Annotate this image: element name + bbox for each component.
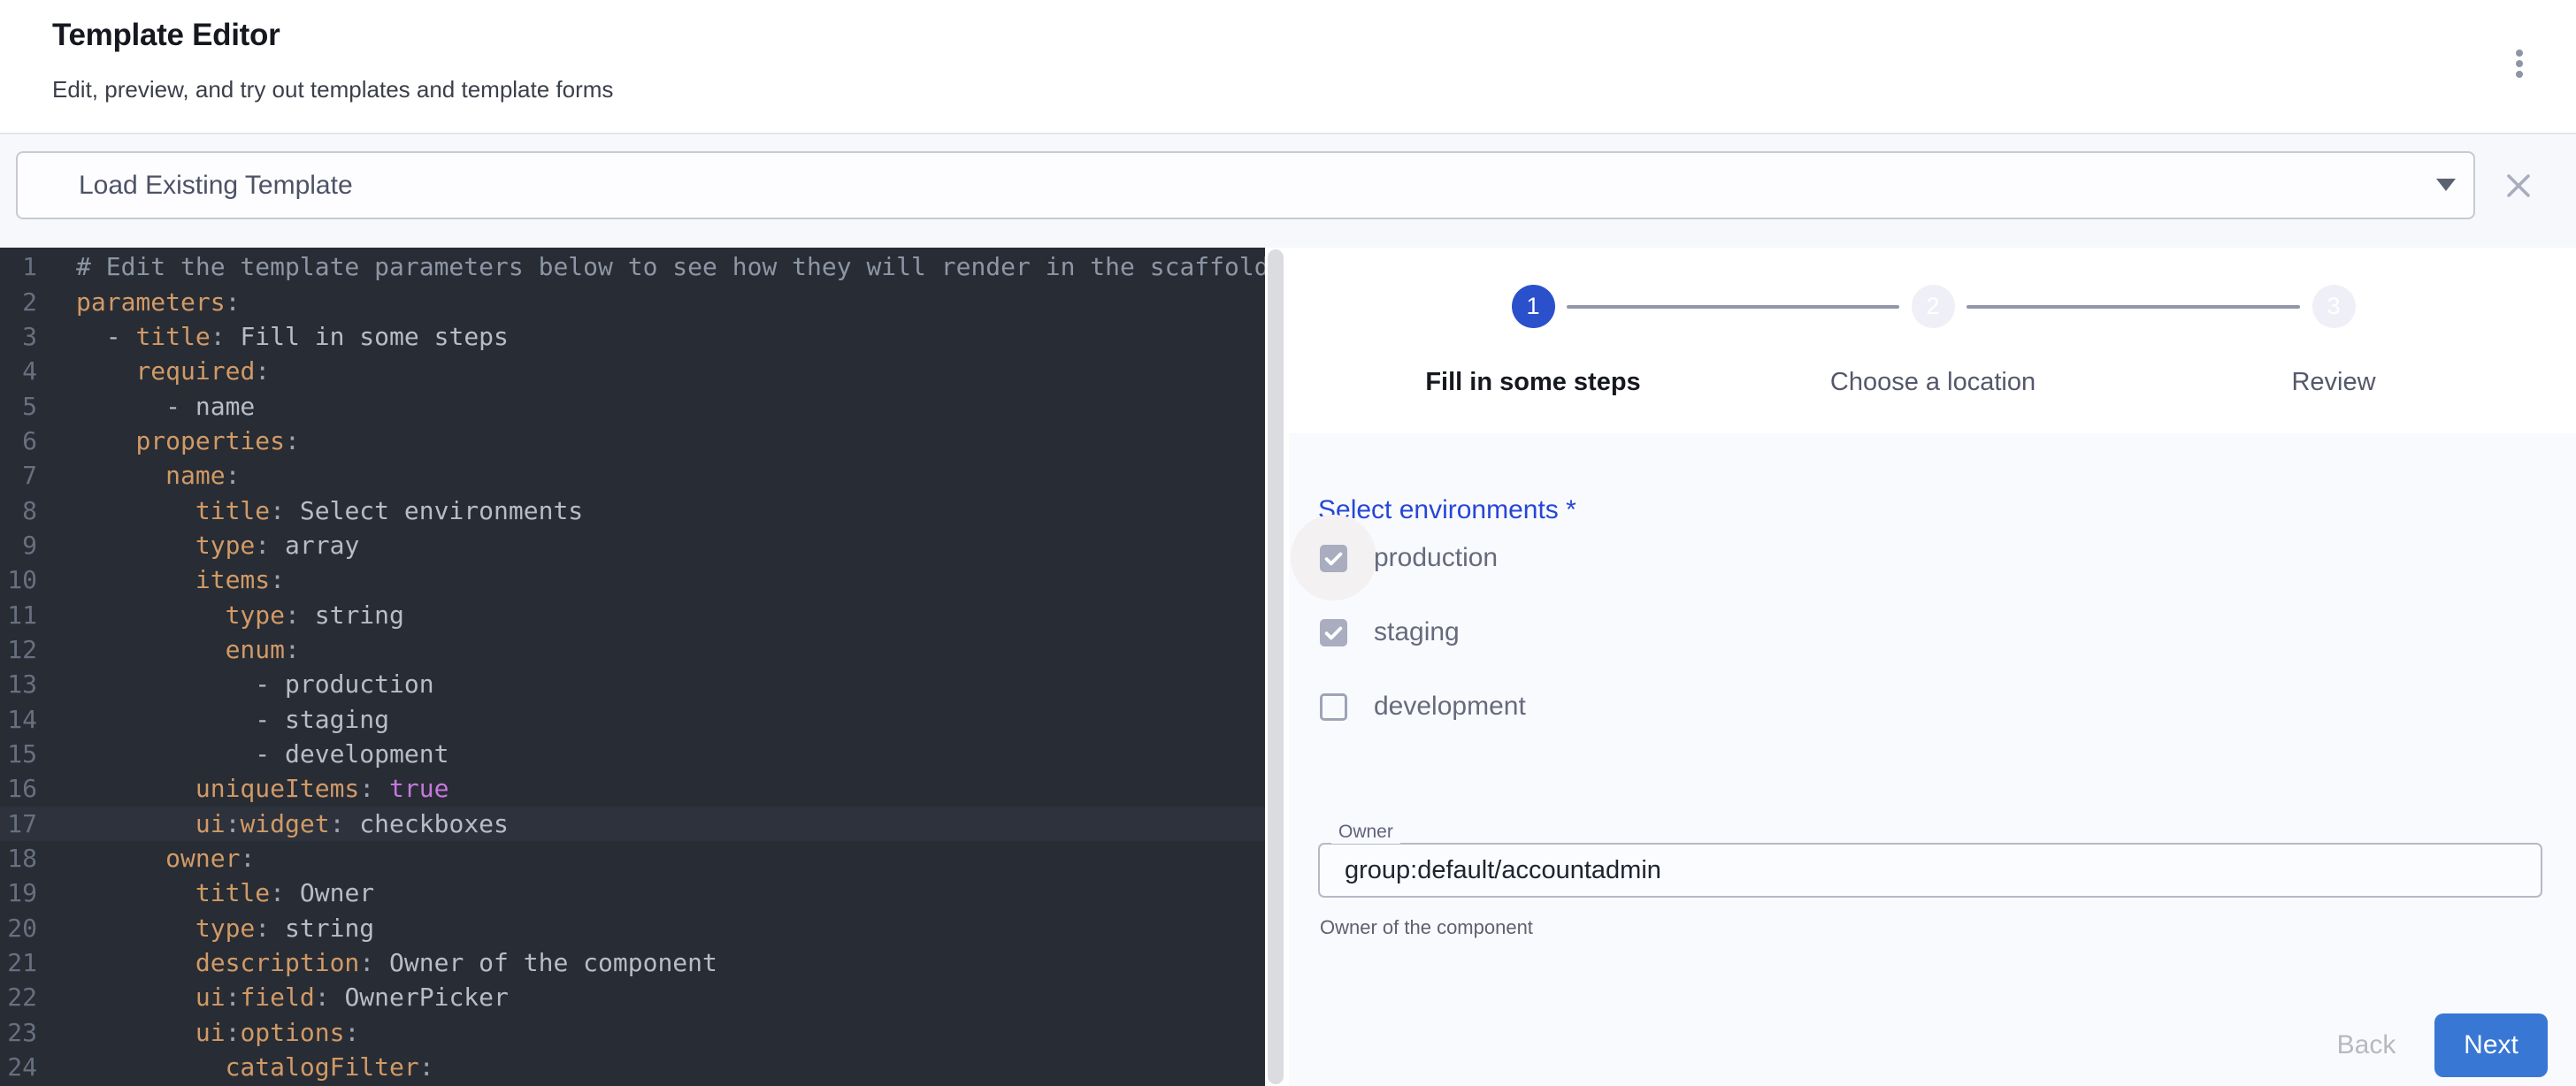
line-number: 20: [0, 914, 37, 943]
line-number: 7: [0, 461, 37, 490]
line-content: - staging: [76, 705, 389, 734]
line-content: owner:: [76, 844, 255, 873]
code-line-11[interactable]: 11 type: string: [0, 597, 1265, 631]
code-line-19[interactable]: 19 title: Owner: [0, 876, 1265, 910]
code-line-9[interactable]: 9 type: array: [0, 528, 1265, 562]
line-number: 21: [0, 948, 37, 977]
line-number: 17: [0, 809, 37, 838]
line-number: 8: [0, 496, 37, 525]
env-option-development: development: [1320, 692, 1526, 721]
code-line-15[interactable]: 15 - development: [0, 737, 1265, 771]
required-asterisk: *: [1559, 495, 1576, 524]
code-line-24[interactable]: 24 catalogFilter:: [0, 1050, 1265, 1084]
line-number: 16: [0, 774, 37, 803]
line-content: name:: [76, 461, 240, 490]
line-number: 14: [0, 705, 37, 734]
code-line-22[interactable]: 22 ui:field: OwnerPicker: [0, 980, 1265, 1014]
step-label-2: Choose a location: [1738, 368, 2128, 397]
line-number: 19: [0, 878, 37, 907]
checkbox-label[interactable]: development: [1374, 692, 1526, 722]
step-circle-2: 2: [1912, 285, 1955, 328]
line-number: 22: [0, 983, 37, 1012]
stepper: 1 Fill in some steps 2 Choose a location 3 Re…: [0, 0, 2576, 433]
form-panel: [1289, 433, 2576, 1086]
line-content: title: Select environments: [76, 496, 583, 525]
owner-field-label: Owner: [1331, 821, 1400, 844]
code-line-18[interactable]: 18 owner:: [0, 841, 1265, 876]
template-editor-screen: Template Editor Edit, preview, and try o…: [0, 0, 2576, 1086]
step-label-3: Review: [2139, 368, 2528, 397]
line-content: catalogFilter:: [76, 1052, 434, 1082]
checkbox-development[interactable]: [1320, 693, 1347, 721]
code-line-13[interactable]: 13 - production: [0, 667, 1265, 701]
checkbox-staging[interactable]: [1320, 619, 1347, 646]
line-content: ui:widget: checkboxes: [76, 809, 509, 838]
line-number: 10: [0, 565, 37, 594]
line-number: 15: [0, 739, 37, 769]
line-content: - development: [76, 739, 448, 769]
code-line-20[interactable]: 20 type: string: [0, 911, 1265, 945]
line-number: 18: [0, 844, 37, 873]
code-line-14[interactable]: 14 - staging: [0, 701, 1265, 736]
line-content: - production: [76, 669, 434, 699]
back-button[interactable]: Back: [2318, 1013, 2415, 1077]
owner-helper-text: Owner of the component: [1320, 916, 1533, 939]
code-line-21[interactable]: 21 description: Owner of the component: [0, 945, 1265, 980]
line-content: type: string: [76, 600, 404, 630]
code-line-23[interactable]: 23 ui:options:: [0, 1015, 1265, 1050]
code-line-7[interactable]: 7 name:: [0, 458, 1265, 493]
step-connector: [1567, 305, 1899, 309]
line-content: type: string: [76, 914, 374, 943]
step-label-1: Fill in some steps: [1338, 368, 1728, 397]
line-content: title: Owner: [76, 878, 374, 907]
code-line-16[interactable]: 16 uniqueItems: true: [0, 771, 1265, 806]
line-number: 12: [0, 635, 37, 664]
code-line-12[interactable]: 12 enum:: [0, 632, 1265, 667]
owner-input[interactable]: [1320, 845, 2576, 896]
step-connector: [1966, 305, 2300, 309]
line-number: 9: [0, 531, 37, 560]
code-line-17[interactable]: 17 ui:widget: checkboxes: [0, 807, 1265, 841]
line-number: 24: [0, 1052, 37, 1082]
step-circle-3: 3: [2312, 285, 2356, 328]
line-number: 13: [0, 669, 37, 699]
checkbox-label[interactable]: staging: [1374, 617, 1460, 647]
env-option-production: production: [1320, 544, 1498, 572]
line-content: ui:field: OwnerPicker: [76, 983, 509, 1012]
line-content: type: array: [76, 531, 359, 560]
line-content: uniqueItems: true: [76, 774, 448, 803]
owner-field[interactable]: [1318, 843, 2542, 898]
checkbox-label[interactable]: production: [1374, 543, 1498, 573]
next-button[interactable]: Next: [2434, 1013, 2548, 1077]
line-content: ui:options:: [76, 1018, 359, 1047]
line-number: 11: [0, 600, 37, 630]
line-content: enum:: [76, 635, 300, 664]
checkbox-production[interactable]: [1320, 545, 1347, 572]
line-number: 23: [0, 1018, 37, 1047]
code-line-8[interactable]: 8 title: Select environments: [0, 493, 1265, 527]
check-icon: [1322, 547, 1346, 570]
code-line-10[interactable]: 10 items:: [0, 562, 1265, 597]
line-content: description: Owner of the component: [76, 948, 717, 977]
step-circle-1: 1: [1512, 285, 1555, 328]
line-content: items:: [76, 565, 285, 594]
check-icon: [1322, 621, 1346, 645]
env-option-staging: staging: [1320, 618, 1460, 646]
